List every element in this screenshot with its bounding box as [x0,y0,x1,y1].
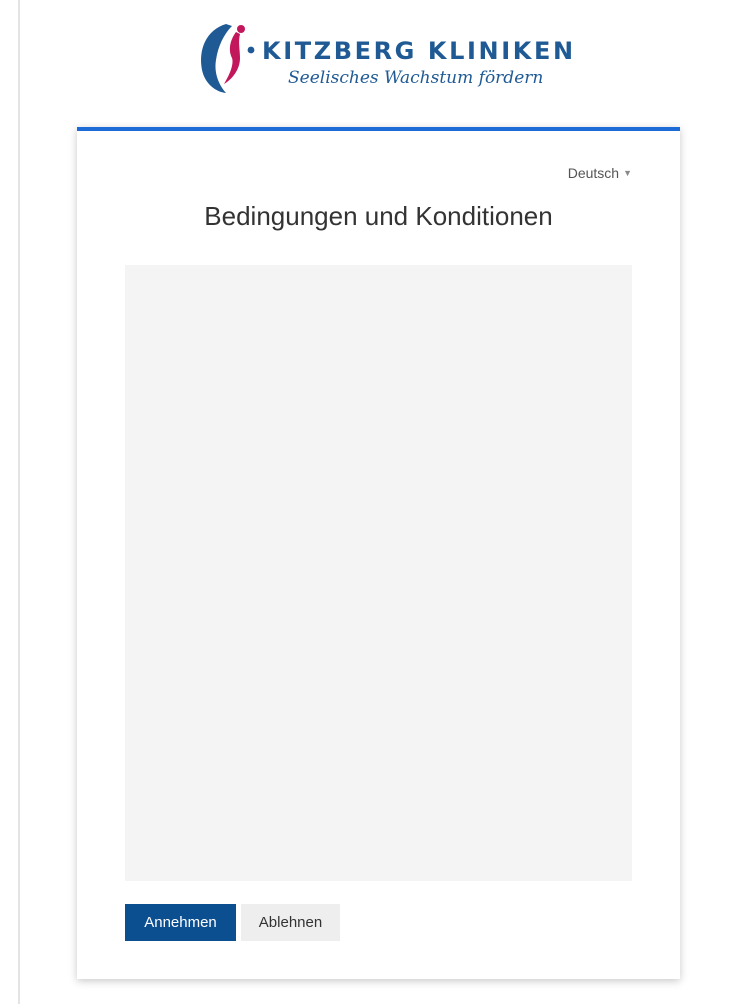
decline-button[interactable]: Ablehnen [241,904,340,941]
language-selected-label: Deutsch [567,165,620,181]
chevron-down-icon: ▼ [623,168,632,178]
brand-name: KITZBERG KLINIKEN [262,37,576,65]
terms-card: Deutsch ▼ Bedingungen und Konditionen Ann… [77,127,680,979]
brand-logo: KITZBERG KLINIKEN Seelisches Wachstum fö… [196,18,576,98]
brand-tagline: Seelisches Wachstum fördern [288,68,544,88]
kitzberg-figure-logo-icon [201,24,255,93]
language-select[interactable]: Deutsch ▼ [568,165,632,181]
terms-content-box[interactable] [125,265,632,881]
accept-button[interactable]: Annehmen [125,904,236,941]
page-title: Bedingungen und Konditionen [204,201,553,231]
page: KITZBERG KLINIKEN Seelisches Wachstum fö… [0,0,743,1004]
left-divider [18,0,20,1004]
